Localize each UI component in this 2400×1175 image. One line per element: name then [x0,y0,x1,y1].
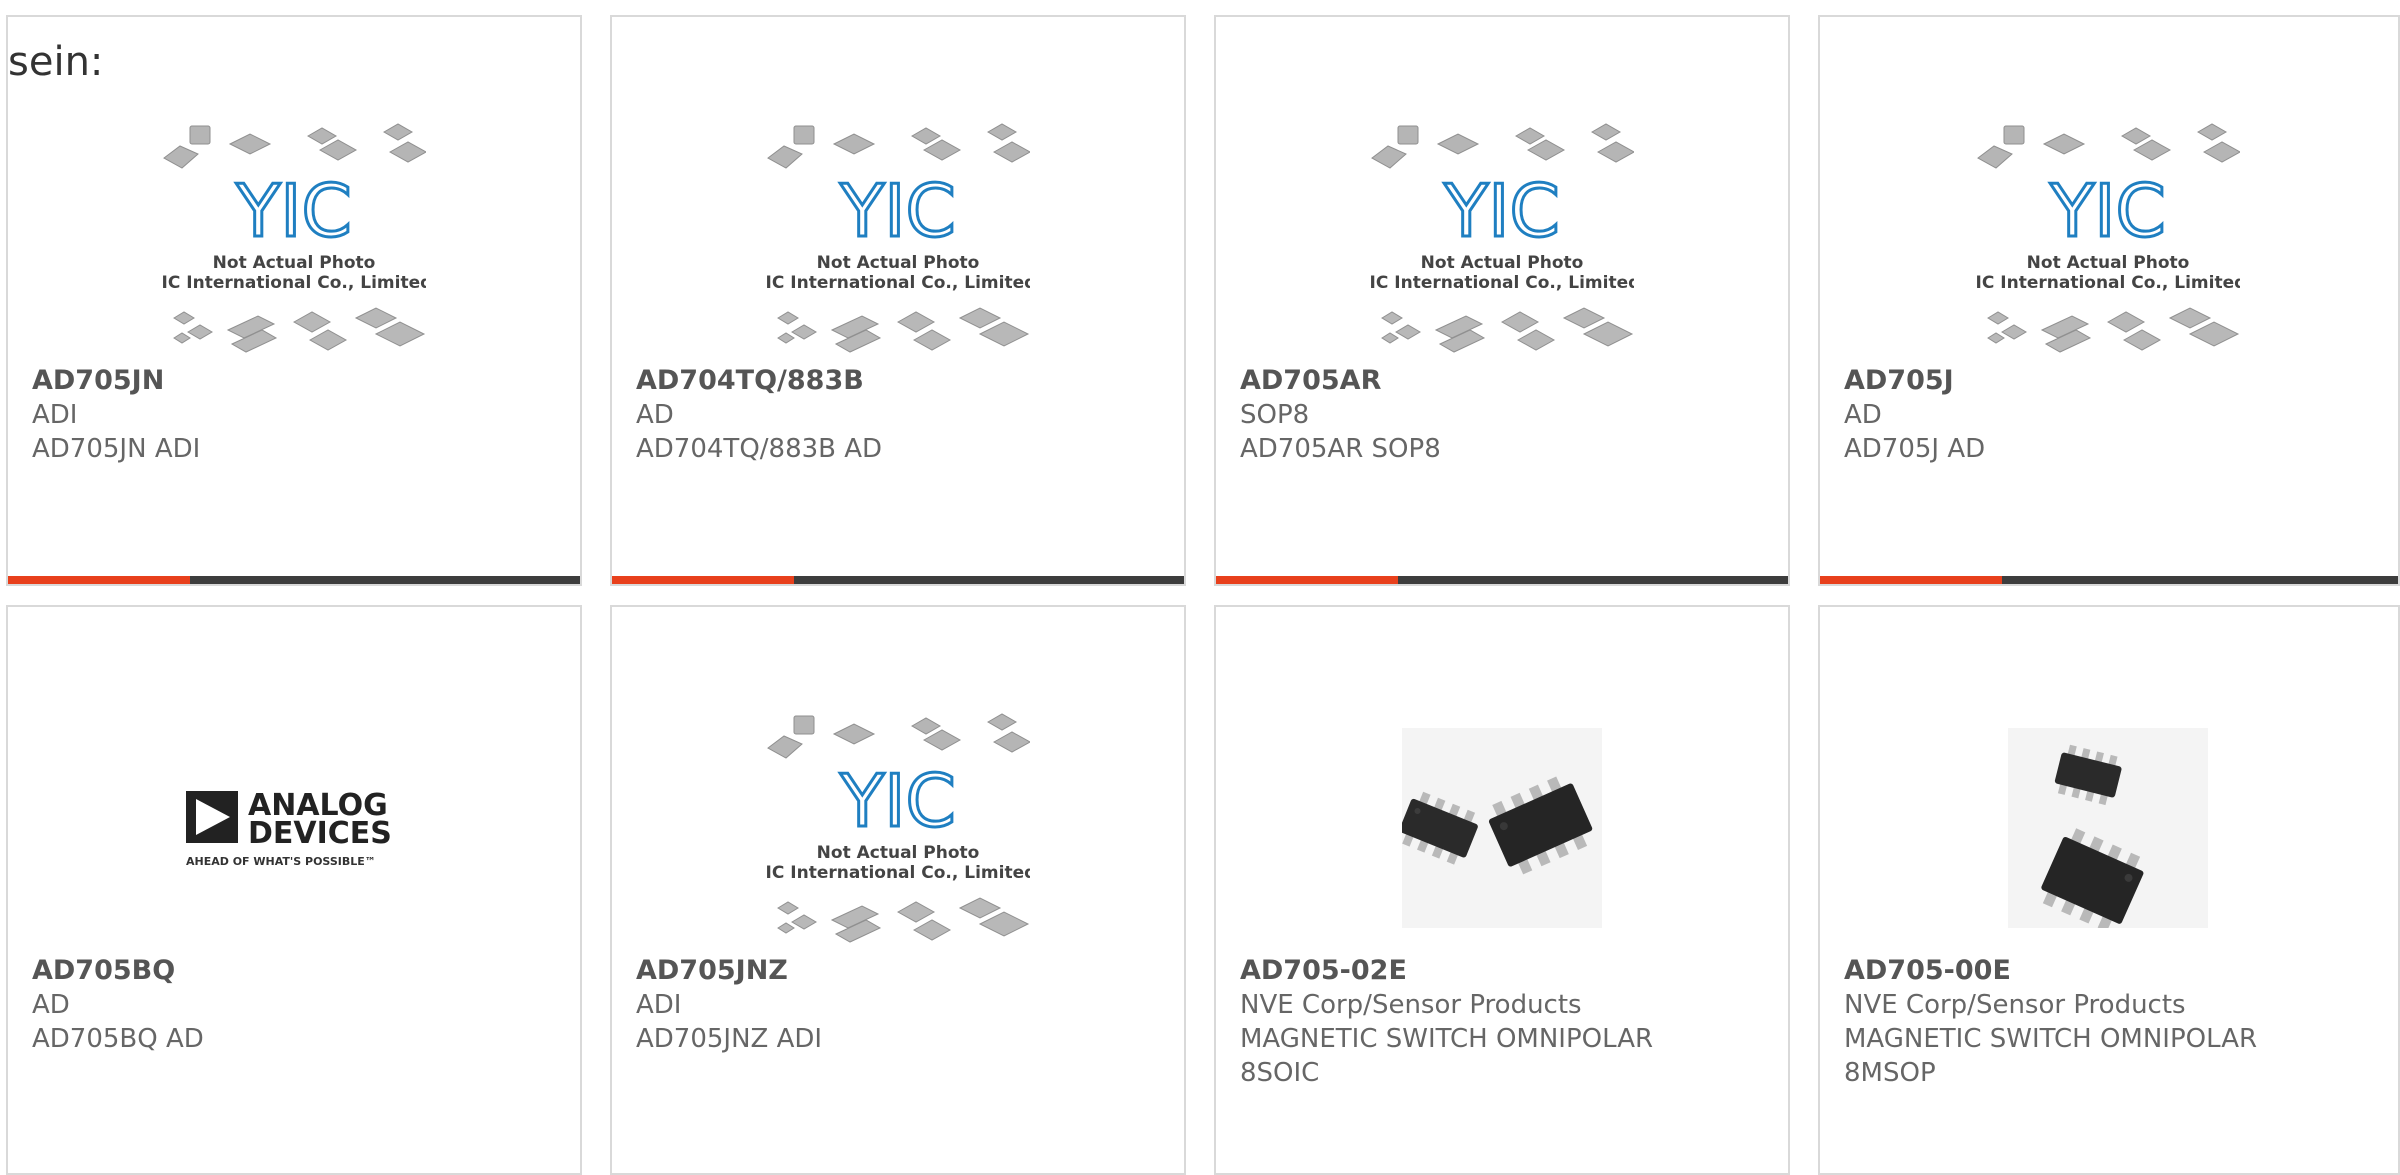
product-card[interactable]: YIC Not Actual Photo YIC International Co.… [610,605,1186,1175]
product-part-number[interactable]: AD705J [1844,364,2374,398]
product-manufacturer: AD [636,400,674,430]
product-card[interactable]: ANALOG DEVICES AHEAD OF WHAT'S POSSIBLE™… [6,605,582,1175]
yic-logo-text: YIC [1443,169,1560,253]
product-description: AD705J AD [1844,434,1986,464]
product-manufacturer: ADI [636,990,682,1020]
card-accent-bar [1216,576,1398,584]
chip-thumbnails-bottom [777,897,1030,943]
placeholder-line2: YIC International Co., Limited. [766,273,1030,293]
product-image-placeholder: YIC Not Actual Photo YIC International Co.… [8,107,580,369]
product-manufacturer: NVE Corp/Sensor Products [1844,990,2186,1020]
product-grid: sein: YIC Not Actual Photo YIC Internation… [0,0,2400,1175]
product-image-msop [1820,697,2396,959]
product-manufacturer: AD [32,990,70,1020]
placeholder-line2: YIC International Co., Limited. [766,863,1030,883]
product-part-number[interactable]: AD705AR [1240,364,1764,398]
placeholder-line1: Not Actual Photo [817,253,980,273]
card-accent-bar [8,576,190,584]
placeholder-line1: Not Actual Photo [1421,253,1584,273]
placeholder-line1: Not Actual Photo [213,253,376,273]
product-description: MAGNETIC SWITCH OMNIPOLAR 8MSOP [1844,1024,2258,1088]
product-manufacturer: AD [1844,400,1882,430]
logo-line2: DEVICES [248,816,392,851]
product-description: MAGNETIC SWITCH OMNIPOLAR 8SOIC [1240,1024,1654,1088]
product-description: AD705BQ AD [32,1024,204,1054]
chip-thumbnails-bottom [1381,307,1634,353]
product-part-number[interactable]: AD704TQ/883B [636,364,1160,398]
chip-thumbnails-bottom [173,307,426,353]
chip-thumbnails-top [163,123,426,169]
placeholder-image: YICNot Actual PhotoYIC International Co.… [1370,123,1634,353]
product-card[interactable]: AD705-02E NVE Corp/Sensor Products MAGNE… [1214,605,1790,1175]
placeholder-line2: YIC International Co., Limited. [1976,273,2240,293]
product-card[interactable]: YIC Not Actual Photo YIC International Co.… [1214,15,1790,586]
yic-logo-text: YIC [839,759,956,843]
placeholder-image: YICNot Actual PhotoYIC International Co.… [766,123,1030,353]
product-manufacturer: NVE Corp/Sensor Products [1240,990,1582,1020]
product-part-number[interactable]: AD705JN [32,364,556,398]
placeholder-line1: Not Actual Photo [817,843,980,863]
product-manufacturer: ADI [32,400,78,430]
product-image-placeholder: YIC Not Actual Photo YIC International Co.… [1820,107,2396,369]
yic-logo-text: YIC [839,169,956,253]
product-image-placeholder: YIC Not Actual Photo YIC International Co.… [612,107,1184,369]
yic-logo-text: YIC [235,169,352,253]
logo-tagline: AHEAD OF WHAT'S POSSIBLE™ [186,855,376,868]
card-bottom-bar [8,576,580,584]
product-card[interactable]: YIC Not Actual Photo YIC International Co.… [610,15,1186,586]
product-part-number[interactable]: AD705JNZ [636,954,1160,988]
placeholder-line2: YIC International Co., Limited. [1370,273,1634,293]
product-card[interactable]: YIC Not Actual Photo YIC International Co.… [6,15,582,586]
card-bottom-bar [612,576,1184,584]
product-part-number[interactable]: AD705BQ [32,954,556,988]
chip-thumbnails-top [767,123,1030,169]
product-description: AD705JNZ ADI [636,1024,823,1054]
product-image-placeholder: YIC Not Actual Photo YIC International Co.… [612,697,1184,959]
card-bottom-bar [1820,576,2398,584]
yic-logo-text: YIC [2049,169,2166,253]
card-accent-bar [1820,576,2002,584]
product-image-analog-devices: ANALOG DEVICES AHEAD OF WHAT'S POSSIBLE™ [8,697,580,959]
product-part-number[interactable]: AD705-02E [1240,954,1764,988]
chip-thumbnails-bottom [1987,307,2240,353]
product-manufacturer: SOP8 [1240,400,1310,430]
msop-chip-photo [2008,728,2208,928]
product-description: AD705JN ADI [32,434,201,464]
chip-thumbnails-bottom [777,307,1030,353]
product-part-number[interactable]: AD705-00E [1844,954,2374,988]
product-description: AD704TQ/883B AD [636,434,883,464]
soic-chip-photo [1402,728,1602,928]
placeholder-line1: Not Actual Photo [2027,253,2190,273]
placeholder-image: YICNot Actual PhotoYIC International Co.… [1976,123,2240,353]
product-image-placeholder: YIC Not Actual Photo YIC International Co.… [1216,107,1788,369]
product-description: AD705AR SOP8 [1240,434,1441,464]
chip-thumbnails-top [1371,123,1634,169]
product-image-soic [1216,697,1788,959]
card-accent-bar [612,576,794,584]
product-card[interactable]: AD705-00E NVE Corp/Sensor Products MAGNE… [1818,605,2400,1175]
analog-devices-logo: ANALOG DEVICES AHEAD OF WHAT'S POSSIBLE™ [186,788,392,868]
card-bottom-bar [1216,576,1788,584]
placeholder-image: YICNot Actual PhotoYIC International Co.… [162,123,426,353]
placeholder-image: YICNot Actual PhotoYIC International Co.… [766,713,1030,943]
placeholder-line2: YIC International Co., Limited. [162,273,426,293]
product-card[interactable]: YIC Not Actual Photo YIC International Co.… [1818,15,2400,586]
chip-thumbnails-top [767,713,1030,759]
intro-text: sein: [8,39,104,85]
chip-thumbnails-top [1977,123,2240,169]
